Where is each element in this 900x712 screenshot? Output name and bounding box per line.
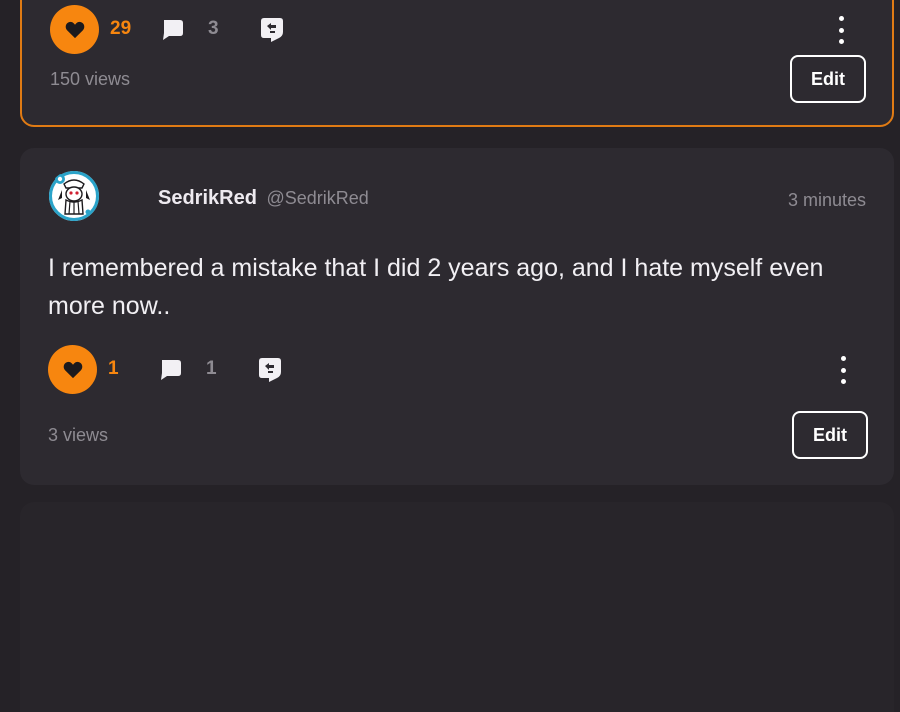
post-body: I remembered a mistake that I did 2 year… [48, 254, 824, 320]
comment-icon [161, 360, 181, 380]
comment-button[interactable] [161, 18, 185, 42]
post-card-placeholder [20, 502, 894, 712]
author-handle[interactable]: @SedrikRed [267, 188, 369, 208]
view-count: 3 views [48, 425, 109, 445]
like-count: 29 [110, 18, 132, 39]
comment-icon [163, 20, 183, 40]
comment-count: 1 [206, 358, 217, 379]
like-count: 1 [108, 358, 119, 379]
author-info: SedrikRed @SedrikRed [158, 187, 369, 210]
post-actions: 29 3 [50, 5, 868, 55]
share-button[interactable] [260, 17, 284, 43]
avatar[interactable] [48, 170, 100, 222]
more-options-button[interactable] [836, 16, 846, 44]
post-actions: 1 1 [48, 345, 870, 395]
comment-count: 3 [208, 18, 219, 39]
post-timestamp: 3 minutes [787, 190, 866, 210]
share-icon [259, 358, 281, 382]
post-header: SedrikRed @SedrikRed 3 minutes [48, 170, 866, 226]
edit-button[interactable]: Edit [792, 411, 868, 459]
share-icon [261, 18, 283, 42]
comment-button[interactable] [159, 358, 183, 382]
post-footer: 150 views Edit [50, 55, 866, 105]
edit-button[interactable]: Edit [790, 55, 866, 103]
post-card: SedrikRed @SedrikRed 3 minutes I remembe… [20, 148, 894, 485]
like-button[interactable] [48, 345, 97, 394]
share-button[interactable] [258, 357, 282, 383]
view-count: 150 views [50, 69, 131, 89]
more-vertical-icon [838, 16, 844, 21]
author-name[interactable]: SedrikRed [158, 187, 257, 209]
heart-icon [63, 361, 82, 378]
like-button[interactable] [50, 5, 99, 54]
more-options-button[interactable] [838, 356, 848, 384]
heart-icon [65, 21, 84, 38]
post-footer: 3 views Edit [48, 411, 868, 461]
more-vertical-icon [840, 356, 846, 361]
feed-page: 29 3 150 views Edit SedrikRed @SedrikRed… [0, 0, 900, 712]
post-card-highlighted: 29 3 150 views Edit [20, 0, 894, 127]
